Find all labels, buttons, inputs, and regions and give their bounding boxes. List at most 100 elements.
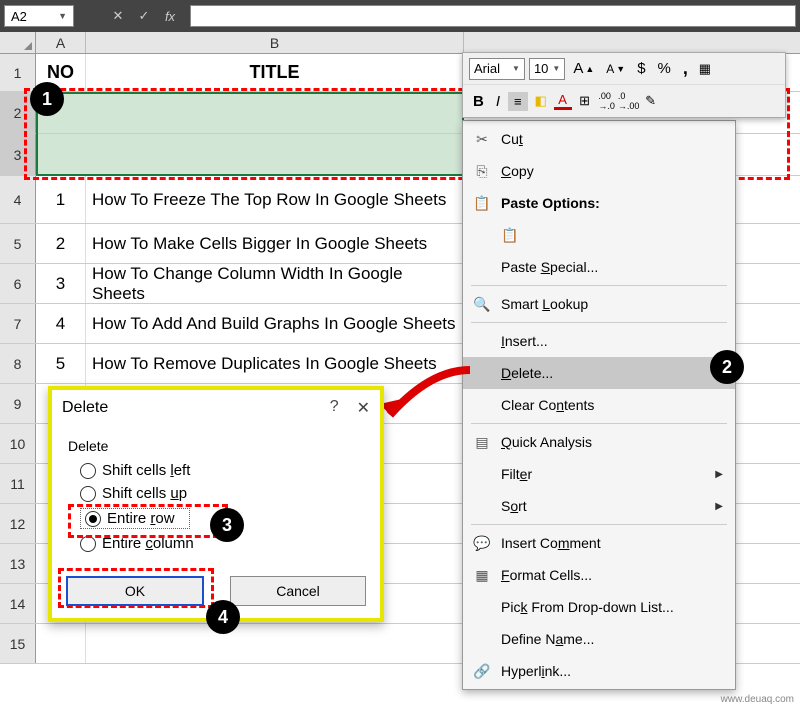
menu-separator (471, 423, 727, 424)
row-header[interactable]: 3 (0, 134, 36, 175)
comma-button[interactable]: , (679, 56, 692, 81)
menu-delete[interactable]: Delete... (463, 357, 735, 389)
paste-icon: 📋 (499, 226, 521, 244)
shrink-font-button[interactable]: A▼ (602, 60, 629, 78)
row-header[interactable]: 11 (0, 464, 36, 503)
menu-pick-from-list[interactable]: Pick From Drop-down List... (463, 591, 735, 623)
column-header-b[interactable]: B (86, 32, 464, 53)
row-header[interactable]: 15 (0, 624, 36, 663)
menu-hyperlink[interactable]: 🔗Hyperlink... (463, 655, 735, 687)
cell[interactable]: How To Add And Build Graphs In Google Sh… (86, 304, 464, 343)
menu-quick-analysis[interactable]: ▤Quick Analysis (463, 426, 735, 458)
menu-paste-special[interactable]: Paste Special... (463, 251, 735, 283)
align-button[interactable]: ≡ (508, 92, 528, 111)
menu-clear-contents[interactable]: Clear Contents (463, 389, 735, 421)
bold-button[interactable]: B (469, 91, 488, 112)
cell[interactable] (36, 624, 86, 663)
annotation-badge-4: 4 (206, 600, 240, 634)
borders-icon[interactable]: ⊞ (576, 92, 594, 110)
row-header[interactable]: 8 (0, 344, 36, 383)
help-button[interactable]: ? (330, 398, 339, 418)
font-size: 10 (534, 61, 548, 76)
cell[interactable]: TITLE (86, 54, 464, 91)
format-icon: ▦ (471, 566, 493, 584)
name-box[interactable]: A2 ▼ (4, 5, 74, 27)
radio-icon (85, 511, 101, 527)
row-header[interactable]: 13 (0, 544, 36, 583)
cell[interactable] (86, 624, 464, 663)
chevron-right-icon: ▶ (715, 469, 723, 480)
column-headers: A B (0, 32, 800, 54)
cell[interactable]: How To Freeze The Top Row In Google Shee… (86, 176, 464, 223)
chevron-down-icon: ▼ (552, 64, 560, 73)
menu-sort[interactable]: Sort▶ (463, 490, 735, 522)
cell[interactable]: 5 (36, 344, 86, 383)
cell[interactable]: 4 (36, 304, 86, 343)
menu-smart-lookup[interactable]: 🔍Smart Lookup (463, 288, 735, 320)
table-icon[interactable]: ▦ (696, 60, 714, 78)
close-button[interactable]: ✕ (357, 398, 370, 418)
row-header[interactable]: 9 (0, 384, 36, 423)
select-all-corner[interactable] (0, 32, 36, 53)
menu-insert[interactable]: Insert... (463, 325, 735, 357)
cell[interactable]: 2 (36, 224, 86, 263)
cancel-button[interactable]: Cancel (230, 576, 366, 606)
scissors-icon: ✂ (471, 130, 493, 148)
menu-cut[interactable]: ✂Cut (463, 123, 735, 155)
annotation-arrow (370, 360, 480, 440)
menu-insert-comment[interactable]: 💬Insert Comment (463, 527, 735, 559)
delete-dialog: Delete ? ✕ Delete Shift cells left Shift… (48, 386, 384, 622)
font-size-selector[interactable]: 10 ▼ (529, 58, 565, 80)
cell[interactable]: How To Make Cells Bigger In Google Sheet… (86, 224, 464, 263)
menu-copy[interactable]: ⎘Copy (463, 155, 735, 187)
cell[interactable] (86, 92, 464, 133)
row-header[interactable]: 4 (0, 176, 36, 223)
row-header[interactable]: 7 (0, 304, 36, 343)
radio-shift-up[interactable]: Shift cells up (80, 485, 364, 502)
row-header[interactable]: 5 (0, 224, 36, 263)
cell[interactable] (36, 134, 86, 175)
chevron-right-icon: ▶ (715, 501, 723, 512)
cell[interactable]: How To Change Column Width In Google She… (86, 264, 464, 303)
decrease-decimal-icon[interactable]: .0→.00 (620, 92, 638, 110)
currency-button[interactable]: $ (633, 58, 649, 79)
menu-paste-icon[interactable]: 📋 (463, 219, 735, 251)
row-header[interactable]: 6 (0, 264, 36, 303)
cancel-icon[interactable]: ✕ (108, 6, 128, 26)
menu-separator (471, 285, 727, 286)
row-header[interactable]: 10 (0, 424, 36, 463)
font-color-icon[interactable]: A (554, 92, 572, 110)
formula-input[interactable] (190, 5, 796, 27)
radio-shift-left[interactable]: Shift cells left (80, 462, 364, 479)
italic-button[interactable]: I (492, 91, 504, 112)
menu-filter[interactable]: Filter▶ (463, 458, 735, 490)
radio-entire-row[interactable]: Entire row (80, 508, 190, 529)
cell-reference: A2 (11, 9, 27, 24)
menu-define-name[interactable]: Define Name... (463, 623, 735, 655)
comment-icon: 💬 (471, 534, 493, 552)
cell[interactable]: 1 (36, 176, 86, 223)
grow-font-button[interactable]: A▲ (569, 58, 598, 79)
radio-icon (80, 463, 96, 479)
fill-color-icon[interactable]: ◧ (532, 92, 550, 110)
fx-icon[interactable]: fx (160, 6, 180, 26)
dropdown-arrow-icon[interactable]: ▼ (58, 11, 67, 21)
chevron-down-icon: ▼ (512, 64, 520, 73)
cell[interactable]: 3 (36, 264, 86, 303)
formula-buttons: ✕ ✓ fx (108, 6, 180, 26)
font-selector[interactable]: Arial▼ (469, 58, 525, 80)
dialog-body: Delete Shift cells left Shift cells up E… (52, 426, 380, 570)
confirm-icon[interactable]: ✓ (134, 6, 154, 26)
cell[interactable] (86, 134, 464, 175)
ok-button[interactable]: OK (66, 576, 204, 606)
format-painter-icon[interactable]: ✎ (642, 92, 660, 110)
column-header-a[interactable]: A (36, 32, 86, 53)
increase-decimal-icon[interactable]: .00→.0 (598, 92, 616, 110)
percent-button[interactable]: % (654, 58, 675, 79)
row-header[interactable]: 14 (0, 584, 36, 623)
mini-toolbar: Arial▼ 10 ▼ A▲ A▼ $ % , ▦ B I ≡ ◧ A ⊞ .00… (462, 52, 786, 118)
menu-format-cells[interactable]: ▦Format Cells... (463, 559, 735, 591)
row-header[interactable]: 12 (0, 504, 36, 543)
row-header[interactable]: 1 (0, 54, 36, 91)
formula-bar: A2 ▼ ✕ ✓ fx (0, 0, 800, 32)
